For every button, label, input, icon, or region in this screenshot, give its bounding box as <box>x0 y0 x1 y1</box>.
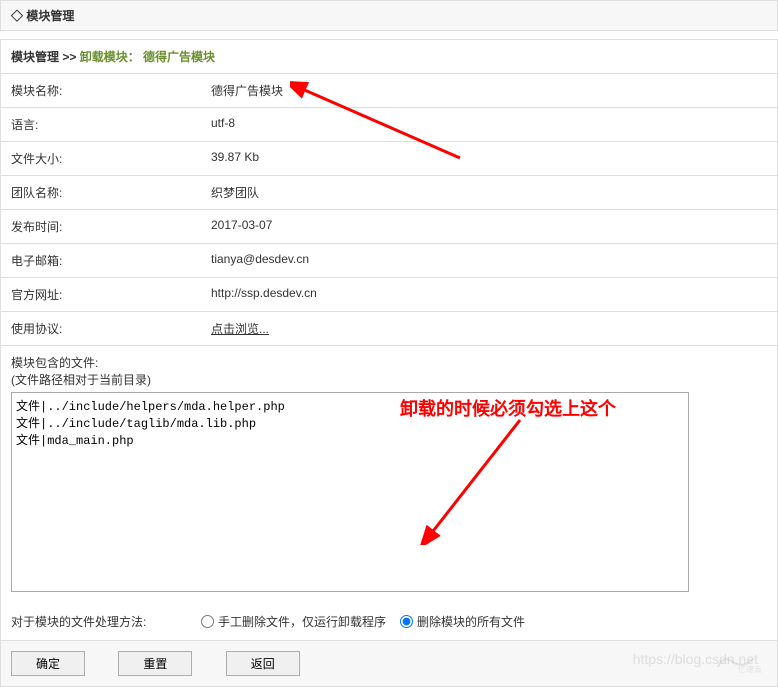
radio-delete-all[interactable] <box>400 615 413 628</box>
back-button[interactable]: 返回 <box>226 651 300 676</box>
content-box: 模块管理 >> 卸载模块： 德得广告模块 模块名称: 德得广告模块 语言: ut… <box>0 39 778 687</box>
team-label: 团队名称: <box>1 176 201 209</box>
email-label: 电子邮箱: <box>1 244 201 277</box>
url-label: 官方网址: <box>1 278 201 311</box>
license-link[interactable]: 点击浏览... <box>211 322 269 336</box>
url-value: http://ssp.desdev.cn <box>201 278 777 311</box>
radio-delete-all-label[interactable]: 删除模块的所有文件 <box>417 613 525 630</box>
svg-text:亿速云: 亿速云 <box>738 664 762 674</box>
reset-button[interactable]: 重置 <box>118 651 192 676</box>
team-value: 织梦团队 <box>201 176 777 209</box>
files-label: 模块包含的文件: <box>11 354 767 371</box>
module-name-label: 模块名称: <box>1 74 201 107</box>
publish-label: 发布时间: <box>1 210 201 243</box>
breadcrumb-root[interactable]: 模块管理 <box>11 50 59 64</box>
file-size-label: 文件大小: <box>1 142 201 175</box>
radio-manual-delete[interactable] <box>201 615 214 628</box>
diamond-icon: ◇ <box>11 9 23 23</box>
license-label: 使用协议: <box>1 312 201 345</box>
page-title: 模块管理 <box>26 9 74 23</box>
module-name-value: 德得广告模块 <box>201 74 777 107</box>
language-value: utf-8 <box>201 108 777 141</box>
language-label: 语言: <box>1 108 201 141</box>
breadcrumb-current: 卸载模块： 德得广告模块 <box>80 50 215 64</box>
files-textarea[interactable] <box>11 392 689 592</box>
files-sublabel: (文件路径相对于当前目录) <box>11 371 767 388</box>
publish-value: 2017-03-07 <box>201 210 777 243</box>
radio-manual-label[interactable]: 手工删除文件，仅运行卸载程序 <box>218 613 386 630</box>
radio-group-label: 对于模块的文件处理方法: <box>11 613 201 630</box>
watermark-logo: 亿速云 <box>708 647 768 677</box>
annotation-text: 卸载的时候必须勾选上这个 <box>400 395 616 421</box>
ok-button[interactable]: 确定 <box>11 651 85 676</box>
breadcrumb: 模块管理 >> 卸载模块： 德得广告模块 <box>1 40 777 74</box>
file-size-value: 39.87 Kb <box>201 142 777 175</box>
email-value: tianya@desdev.cn <box>201 244 777 277</box>
